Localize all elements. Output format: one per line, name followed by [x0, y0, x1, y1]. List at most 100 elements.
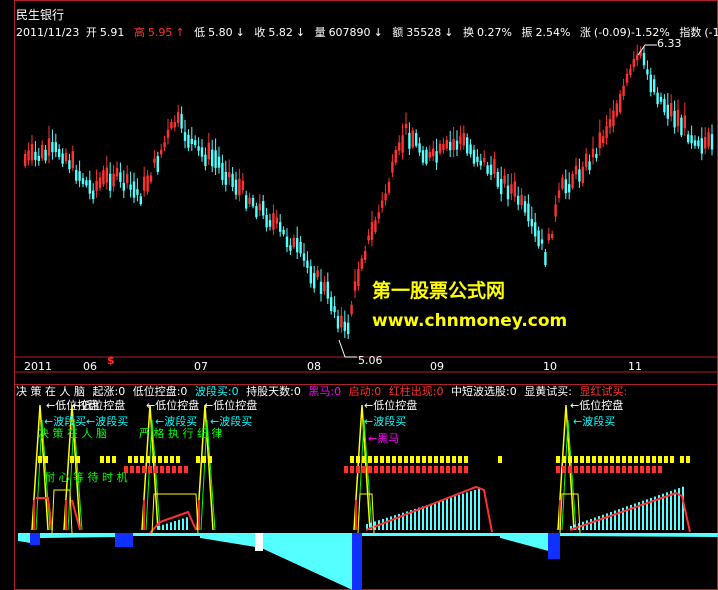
histogram-bar	[107, 533, 108, 538]
trend-column	[602, 514, 604, 530]
histogram-bar	[544, 533, 545, 550]
histogram-bar	[190, 533, 191, 536]
histogram-bar	[430, 533, 431, 536]
histogram-bar	[625, 533, 626, 537]
histogram-bar	[635, 533, 636, 537]
trend-column	[390, 516, 392, 530]
trend-column	[178, 519, 180, 530]
histogram-bar	[683, 533, 684, 537]
histogram-bar	[693, 533, 694, 537]
histogram-bar	[71, 533, 72, 538]
candle-body	[680, 117, 683, 136]
down-arrow-icon: ↓	[295, 26, 306, 39]
histogram-bar	[343, 533, 344, 586]
candle-body	[187, 134, 190, 148]
candle-body	[292, 237, 295, 248]
candle-body	[503, 175, 506, 184]
histogram-bar	[22, 533, 23, 542]
signal-dash	[38, 456, 42, 463]
histogram-bar	[320, 533, 321, 576]
chart-canvas[interactable]	[0, 0, 718, 590]
candle-body	[262, 201, 265, 216]
histogram-bar	[691, 533, 692, 537]
histogram-bar	[379, 533, 380, 536]
histogram-bar	[208, 533, 209, 540]
candle-body	[486, 165, 489, 174]
trend-column	[458, 494, 460, 530]
histogram-bar	[584, 533, 585, 537]
candle-body	[177, 112, 180, 123]
signal-dash	[70, 456, 74, 463]
candle-body	[149, 175, 153, 182]
histogram-bar	[276, 533, 277, 555]
histogram-bar	[705, 533, 706, 537]
candle-body	[204, 154, 207, 166]
histogram-bar	[349, 533, 350, 589]
signal-dash	[434, 466, 438, 473]
histogram-bar	[425, 533, 426, 536]
histogram-bar	[715, 533, 716, 537]
histogram-bar	[434, 533, 435, 536]
histogram-bar	[569, 533, 570, 537]
candle-body	[500, 178, 503, 195]
candle-body	[357, 269, 360, 287]
histogram-bar	[393, 533, 394, 536]
signal-dash	[374, 466, 378, 473]
signal-dash	[140, 456, 144, 463]
histogram-bar	[152, 533, 153, 536]
histogram-bar	[102, 533, 103, 538]
histogram-bar	[47, 533, 48, 538]
candle-body	[608, 119, 612, 128]
candle-body	[554, 204, 557, 217]
histogram-bar	[485, 533, 486, 536]
histogram-bar	[398, 533, 399, 536]
histogram-bar	[706, 533, 707, 537]
signal-dash	[136, 466, 140, 473]
histogram-bar	[421, 533, 422, 536]
candle-body	[381, 200, 384, 208]
histogram-bar	[255, 533, 263, 551]
histogram-bar	[75, 533, 76, 538]
histogram-bar	[328, 533, 329, 579]
histogram-bar	[269, 533, 270, 552]
histogram-bar	[499, 533, 500, 536]
candle-body	[296, 238, 299, 253]
histogram-bar	[593, 533, 594, 537]
histogram-bar	[377, 533, 378, 536]
candle-body	[200, 147, 204, 157]
trend-column	[466, 492, 468, 530]
candle-body	[394, 149, 397, 163]
histogram-bar	[327, 533, 328, 579]
candle-body	[139, 196, 142, 205]
signal-dash	[152, 456, 156, 463]
histogram-bar	[224, 533, 225, 542]
signal-dash	[664, 456, 668, 463]
histogram-bar	[429, 533, 430, 536]
histogram-bar	[140, 533, 141, 536]
histogram-bar	[602, 533, 603, 537]
slogan-decision: 决 策 在 人 脑	[38, 427, 107, 440]
candle-body	[224, 171, 227, 185]
signal-dash	[404, 466, 408, 473]
histogram-bar	[225, 533, 226, 543]
histogram-bar	[526, 533, 527, 546]
histogram-bar	[180, 533, 181, 536]
annotation-low-control: ←低位控盘	[364, 399, 418, 412]
histogram-bar	[595, 533, 596, 537]
candle-body	[459, 136, 462, 144]
histogram-bar	[605, 533, 606, 537]
histogram-bar	[666, 533, 667, 537]
histogram-bar	[302, 533, 303, 567]
histogram-bar	[599, 533, 600, 537]
histogram-bar	[169, 533, 170, 536]
signal-dash	[44, 456, 48, 463]
histogram-bar	[518, 533, 519, 543]
candle-body	[258, 203, 261, 211]
histogram-bar	[202, 533, 203, 539]
signal-dash	[356, 466, 360, 473]
histogram-bar	[642, 533, 643, 537]
histogram-bar	[698, 533, 699, 537]
histogram-bar	[237, 533, 238, 545]
histogram-bar	[156, 533, 157, 536]
histogram-bar	[390, 533, 391, 536]
